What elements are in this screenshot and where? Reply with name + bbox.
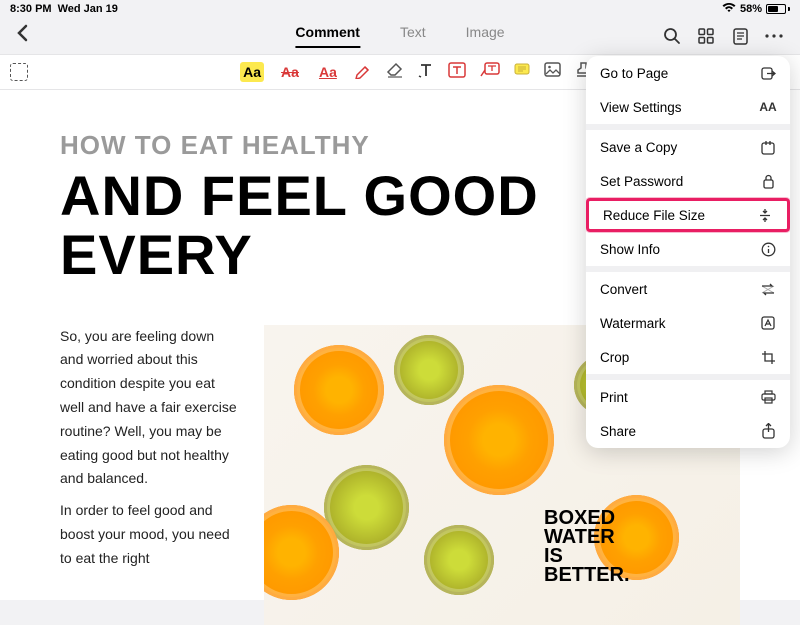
menu-save-copy[interactable]: Save a Copy <box>586 130 790 164</box>
menu-set-password[interactable]: Set Password <box>586 164 790 198</box>
search-icon[interactable] <box>662 26 682 46</box>
more-icon[interactable] <box>764 26 784 46</box>
strikethrough-tool[interactable]: Aa <box>278 62 302 82</box>
menu-show-info[interactable]: Show Info <box>586 232 790 266</box>
info-icon <box>760 241 776 257</box>
menu-share[interactable]: Share <box>586 414 790 448</box>
note-tool[interactable] <box>514 63 530 82</box>
battery-percent: 58% <box>740 3 762 15</box>
status-date: Wed Jan 19 <box>58 3 118 15</box>
status-bar: 8:30 PM Wed Jan 19 58% <box>0 0 800 18</box>
convert-icon <box>760 281 776 297</box>
tab-text[interactable]: Text <box>400 24 426 48</box>
callout-tool[interactable] <box>480 62 500 83</box>
nav-bar: Comment Text Image <box>0 18 800 54</box>
menu-print[interactable]: Print <box>586 380 790 414</box>
textbox-tool[interactable] <box>448 62 466 83</box>
menu-goto-page[interactable]: Go to Page <box>586 56 790 90</box>
battery-icon <box>766 4 790 14</box>
page-icon[interactable] <box>730 26 750 46</box>
status-time: 8:30 PM <box>10 3 52 15</box>
menu-watermark[interactable]: Watermark <box>586 306 790 340</box>
crop-icon <box>760 349 776 365</box>
textsize-icon: AA <box>760 99 776 115</box>
tab-image[interactable]: Image <box>466 24 505 48</box>
save-icon <box>760 139 776 155</box>
back-button[interactable] <box>16 24 28 48</box>
text-tool[interactable] <box>418 62 434 83</box>
underline-tool[interactable]: Aa <box>316 62 340 82</box>
marker-tool[interactable] <box>354 61 372 84</box>
print-icon <box>760 389 776 405</box>
image-tool[interactable] <box>544 62 561 82</box>
goto-icon <box>760 65 776 81</box>
compress-icon <box>757 207 773 223</box>
grid-icon[interactable] <box>696 26 716 46</box>
more-menu: Go to Page View Settings AA Save a Copy … <box>586 56 790 448</box>
tab-comment[interactable]: Comment <box>295 24 360 48</box>
menu-convert[interactable]: Convert <box>586 272 790 306</box>
eraser-tool[interactable] <box>386 62 404 83</box>
menu-crop[interactable]: Crop <box>586 340 790 374</box>
lock-icon <box>760 173 776 189</box>
highlight-tool[interactable]: Aa <box>240 62 264 82</box>
doc-body: So, you are feeling down and worried abo… <box>60 325 240 625</box>
selection-tool[interactable] <box>10 63 28 81</box>
wifi-icon <box>722 3 736 16</box>
share-icon <box>760 423 776 439</box>
menu-reduce-file-size[interactable]: Reduce File Size <box>586 198 790 232</box>
watermark-icon <box>760 315 776 331</box>
menu-view-settings[interactable]: View Settings AA <box>586 90 790 124</box>
